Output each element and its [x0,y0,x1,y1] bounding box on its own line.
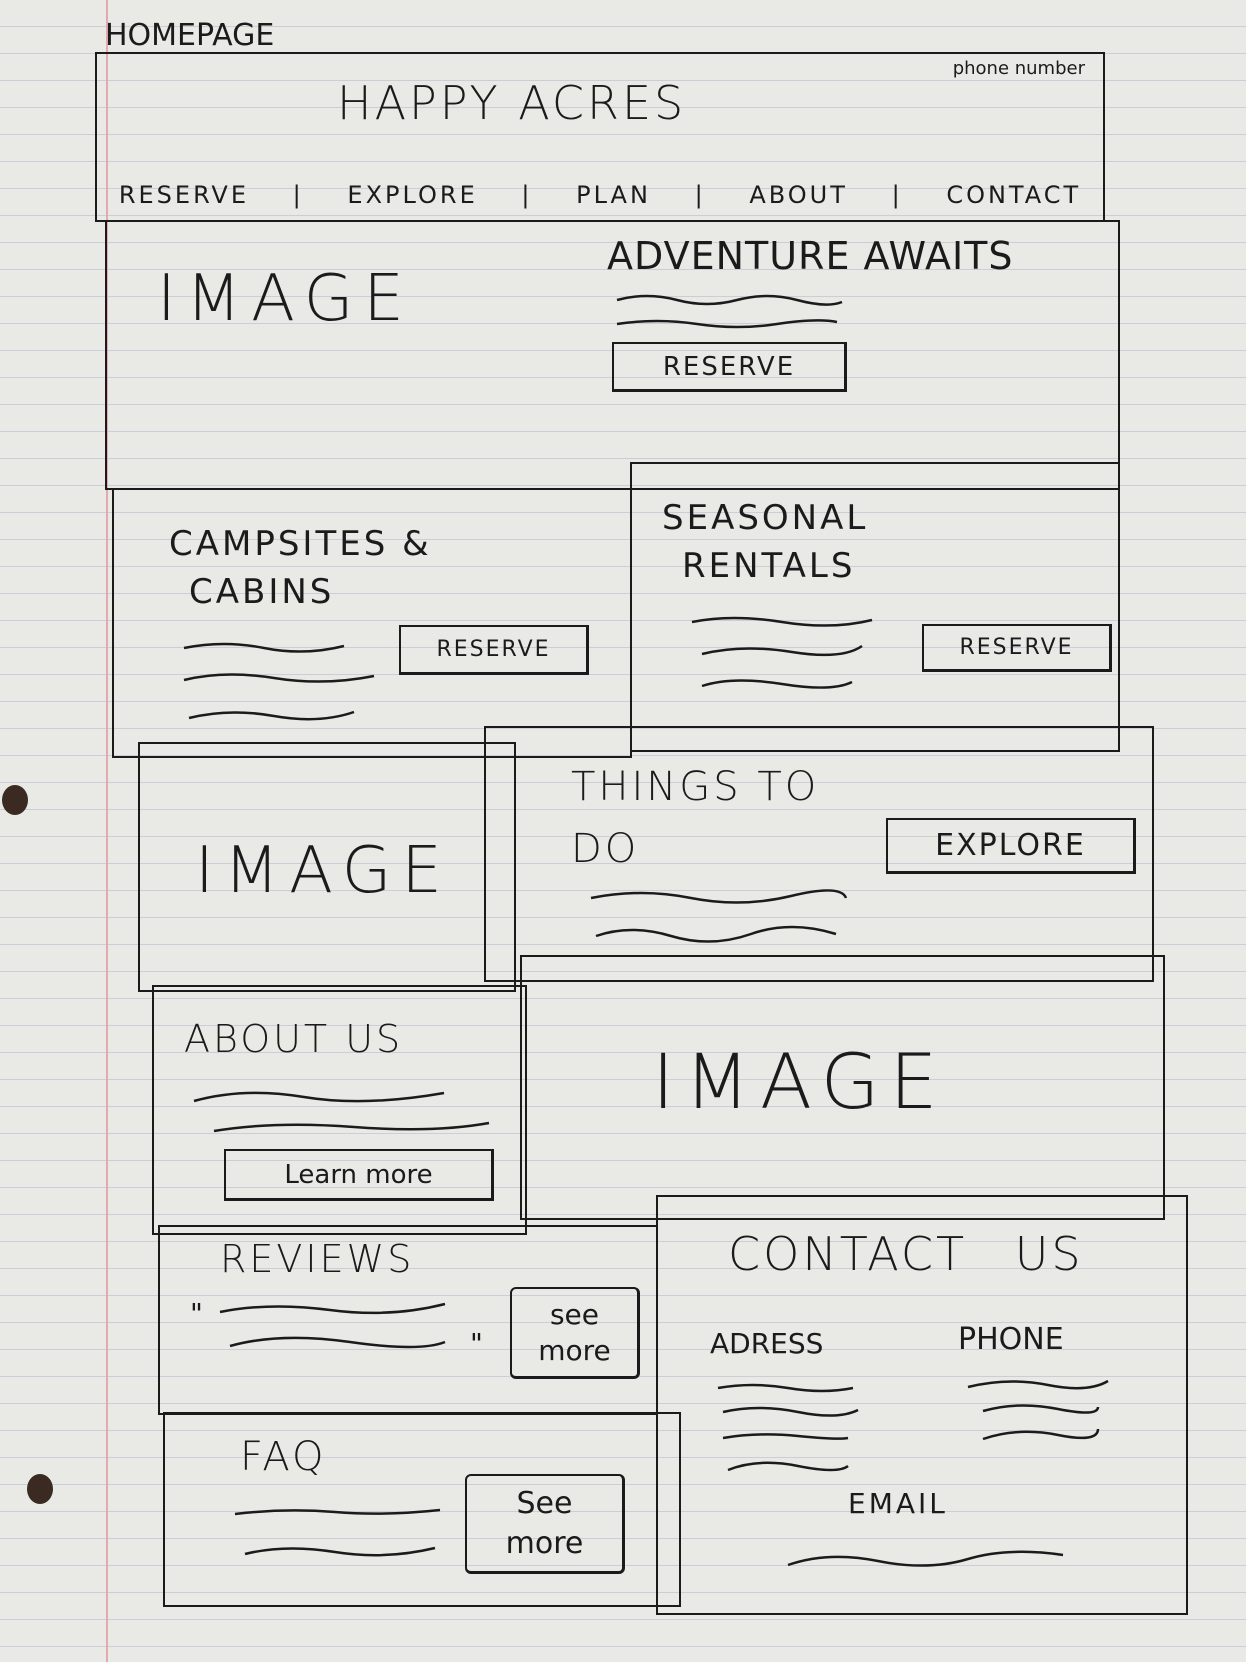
campsites-heading: CAMPSITES & CABINS [169,524,432,612]
reviews-section: REVIEWS " " see more [158,1225,658,1415]
faq-heading: FAQ [240,1434,327,1480]
punch-hole [2,785,28,815]
contact-us-section: CONTACT US ADRESS PHONE EMAIL [656,1195,1188,1615]
about-image-placeholder: IMAGE [652,1037,948,1126]
hero-reserve-button[interactable]: RESERVE [612,342,847,392]
explore-button[interactable]: EXPLORE [886,818,1136,874]
hero-image-placeholder: IMAGE [157,262,414,336]
faq-see-more-button[interactable]: See more [465,1474,625,1574]
nav-reserve[interactable]: RESERVE [119,181,249,209]
things-image-placeholder: IMAGE [195,834,452,908]
nav-plan[interactable]: PLAN [576,181,651,209]
seasonal-reserve-button[interactable]: RESERVE [922,624,1112,672]
reviews-heading: REVIEWS [220,1237,415,1281]
phone-placeholder-squiggle [967,1379,1109,1441]
text-placeholder-squiggle [219,1302,446,1349]
text-placeholder-squiggle [193,1091,490,1133]
about-image-section: IMAGE [520,955,1165,1220]
punch-hole [27,1474,53,1504]
faq-section: FAQ See more [163,1412,681,1607]
page-label: HOMEPAGE [105,18,275,53]
open-quote: " [190,1297,203,1330]
text-placeholder-squiggle [590,889,848,943]
things-to-do-section: THINGS TO DO EXPLORE [484,726,1154,982]
about-us-section: ABOUT US Learn more [152,985,527,1235]
close-quote: " [470,1327,483,1360]
things-heading: THINGS TO DO [571,764,820,872]
nav-about[interactable]: ABOUT [749,181,848,209]
address-placeholder-squiggle [717,1383,859,1472]
email-placeholder-squiggle [787,1550,1064,1567]
about-heading: ABOUT US [184,1017,404,1061]
hero-section: IMAGE ADVENTURE AWAITS RESERVE [105,220,1120,490]
header: HAPPY ACRES phone number RESERVE | EXPLOR… [95,52,1105,222]
phone-label: PHONE [958,1322,1064,1357]
seasonal-heading: SEASONAL RENTALS [662,498,869,586]
text-placeholder-squiggle [183,642,375,721]
reviews-see-more-button[interactable]: see more [510,1287,640,1379]
email-label: EMAIL [848,1487,948,1520]
hero-heading: ADVENTURE AWAITS [607,234,1014,278]
learn-more-button[interactable]: Learn more [224,1149,494,1201]
address-label: ADRESS [710,1327,824,1360]
main-nav: RESERVE | EXPLORE | PLAN | ABOUT | CONTACT [118,181,1082,209]
seasonal-rentals-section: SEASONAL RENTALS RESERVE [630,462,1120,752]
nav-explore[interactable]: EXPLORE [347,181,477,209]
text-placeholder-squiggle [691,616,873,689]
text-placeholder-squiggle [234,1508,441,1557]
things-image-section: IMAGE [138,742,516,992]
phone-number[interactable]: phone number [953,58,1085,79]
site-title[interactable]: HAPPY ACRES [337,76,686,130]
campsites-reserve-button[interactable]: RESERVE [399,625,589,675]
campsites-section: CAMPSITES & CABINS RESERVE [112,488,632,758]
text-placeholder-squiggle [616,294,843,329]
nav-contact[interactable]: CONTACT [946,181,1081,209]
contact-heading: CONTACT US [728,1227,1084,1281]
